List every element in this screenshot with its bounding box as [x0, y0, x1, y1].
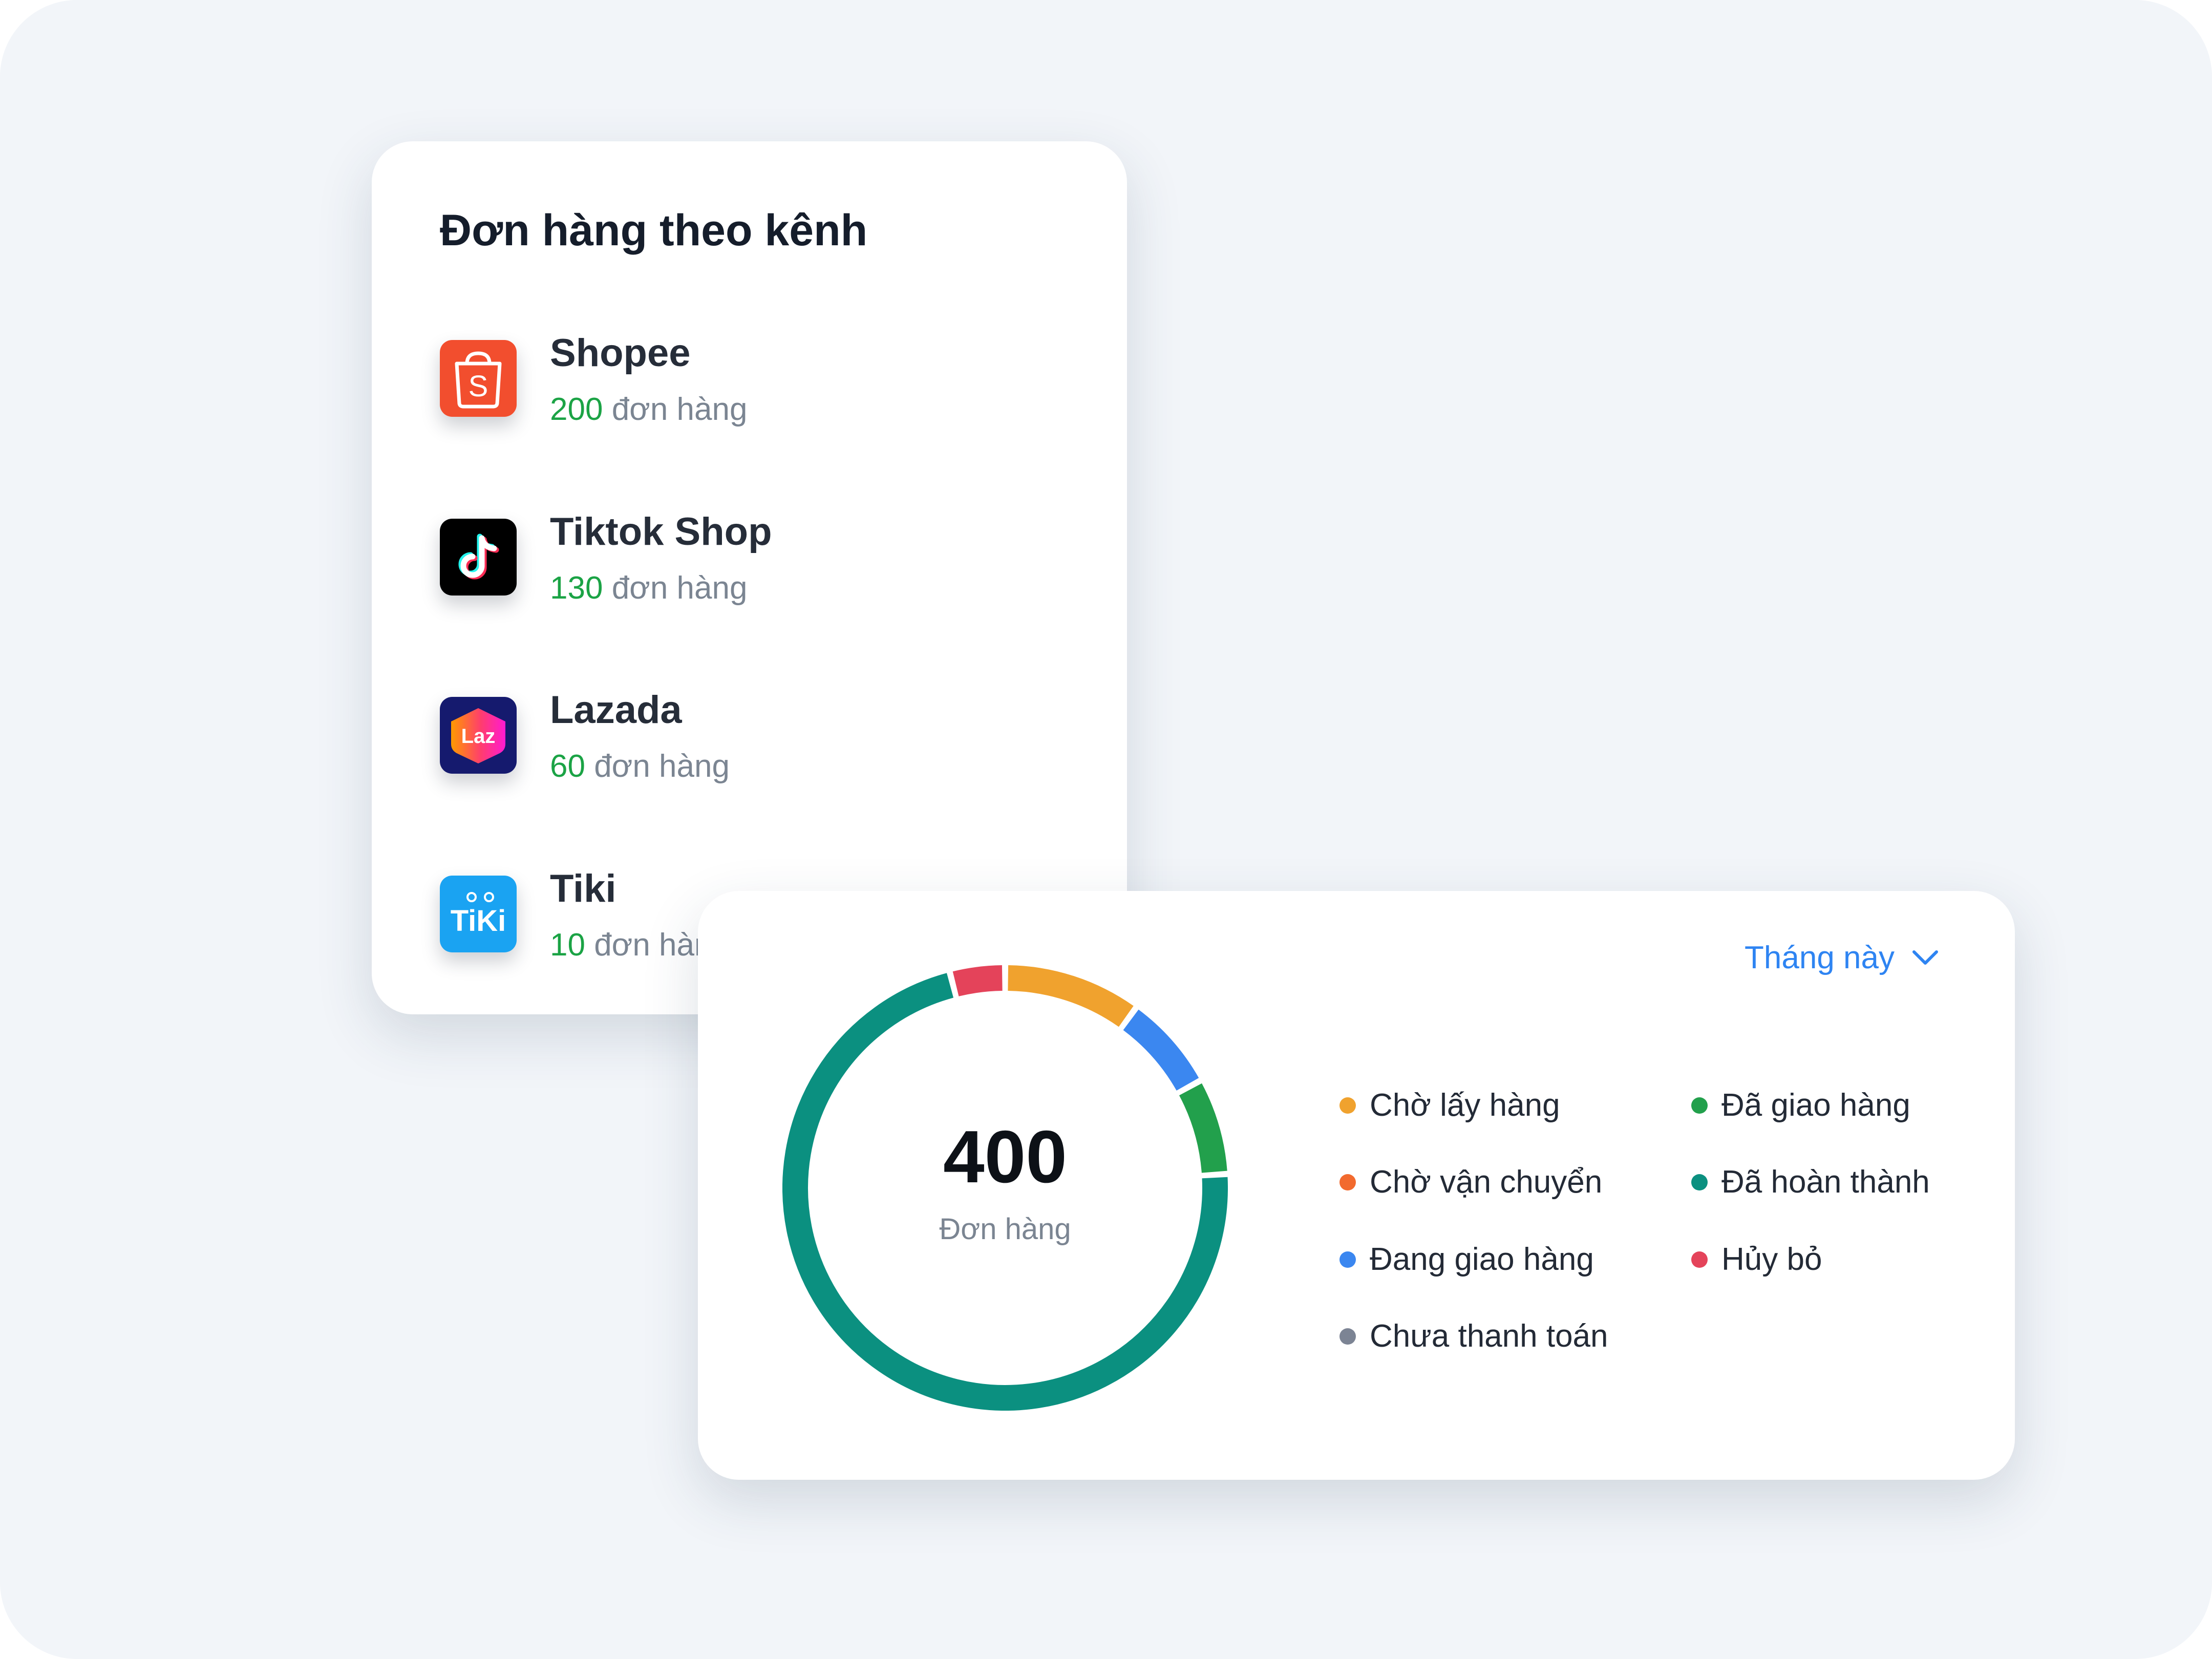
svg-text:Laz: Laz — [461, 725, 496, 748]
donut-center: 400 Đơn hàng — [782, 965, 1228, 1411]
total-orders-value: 400 — [943, 1115, 1067, 1198]
legend-item: Hủy bỏ — [1691, 1241, 1822, 1278]
legend-item: Chờ vận chuyển — [1339, 1164, 1602, 1200]
legend-item: Chờ lấy hàng — [1339, 1087, 1560, 1123]
legend-label: Hủy bỏ — [1721, 1242, 1822, 1277]
channel-item-shopee[interactable]: S Shopee 200 đơn hàng — [440, 331, 1105, 427]
chevron-down-icon — [1912, 950, 1938, 965]
legend-dot — [1691, 1174, 1708, 1190]
legend-item: Đã hoàn thành — [1691, 1164, 1930, 1200]
legend-item: Đã giao hàng — [1691, 1087, 1910, 1123]
tiki-icon: TiKi — [440, 876, 517, 952]
orders-by-channel-card: Đơn hàng theo kênh S Shopee 200 đơn hàng — [372, 141, 1127, 1014]
card-title: Đơn hàng theo kênh — [440, 206, 868, 255]
legend-label: Chưa thanh toán — [1370, 1318, 1608, 1354]
legend-dot — [1339, 1174, 1356, 1190]
channel-name: Shopee — [550, 331, 691, 375]
legend-label: Chờ vận chuyển — [1370, 1164, 1603, 1200]
svg-text:TiKi: TiKi — [451, 904, 506, 938]
legend-dot — [1339, 1251, 1356, 1268]
channel-name: Lazada — [550, 688, 682, 732]
period-dropdown[interactable]: Tháng này — [1745, 940, 1941, 976]
legend-dot — [1339, 1328, 1356, 1345]
total-orders-unit: Đơn hàng — [939, 1212, 1071, 1246]
channel-name: Tiki — [550, 867, 616, 910]
legend-label: Đã hoàn thành — [1721, 1164, 1930, 1200]
legend-item: Đang giao hàng — [1339, 1241, 1594, 1278]
channel-name: Tiktok Shop — [550, 510, 772, 554]
legend-item: Chưa thanh toán — [1339, 1318, 1608, 1354]
canvas-background: Đơn hàng theo kênh S Shopee 200 đơn hàng — [0, 0, 2212, 1659]
legend-label: Đã giao hàng — [1721, 1088, 1910, 1123]
period-label: Tháng này — [1745, 940, 1895, 975]
channel-item-lazada[interactable]: Laz Lazada 60 đơn hàng — [440, 688, 1105, 784]
svg-text:S: S — [469, 370, 488, 403]
legend-label: Đang giao hàng — [1370, 1242, 1594, 1277]
legend-dot — [1691, 1097, 1708, 1114]
legend-dot — [1691, 1251, 1708, 1268]
legend-dot — [1339, 1097, 1356, 1114]
channel-order-count: 200 đơn hàng — [550, 392, 748, 427]
legend-label: Chờ lấy hàng — [1370, 1088, 1560, 1123]
shopee-icon: S — [440, 340, 517, 417]
lazada-icon: Laz — [440, 697, 517, 774]
tiktok-icon — [440, 519, 517, 595]
channel-item-tiktok[interactable]: Tiktok Shop 130 đơn hàng — [440, 510, 1105, 606]
status-donut-chart: 400 Đơn hàng — [782, 965, 1228, 1411]
channel-order-count: 60 đơn hàng — [550, 749, 730, 784]
channel-order-count: 130 đơn hàng — [550, 570, 748, 606]
order-status-card: Tháng này 400 Đơn hàng Chờ lấy hàng Chờ v… — [698, 891, 2015, 1480]
